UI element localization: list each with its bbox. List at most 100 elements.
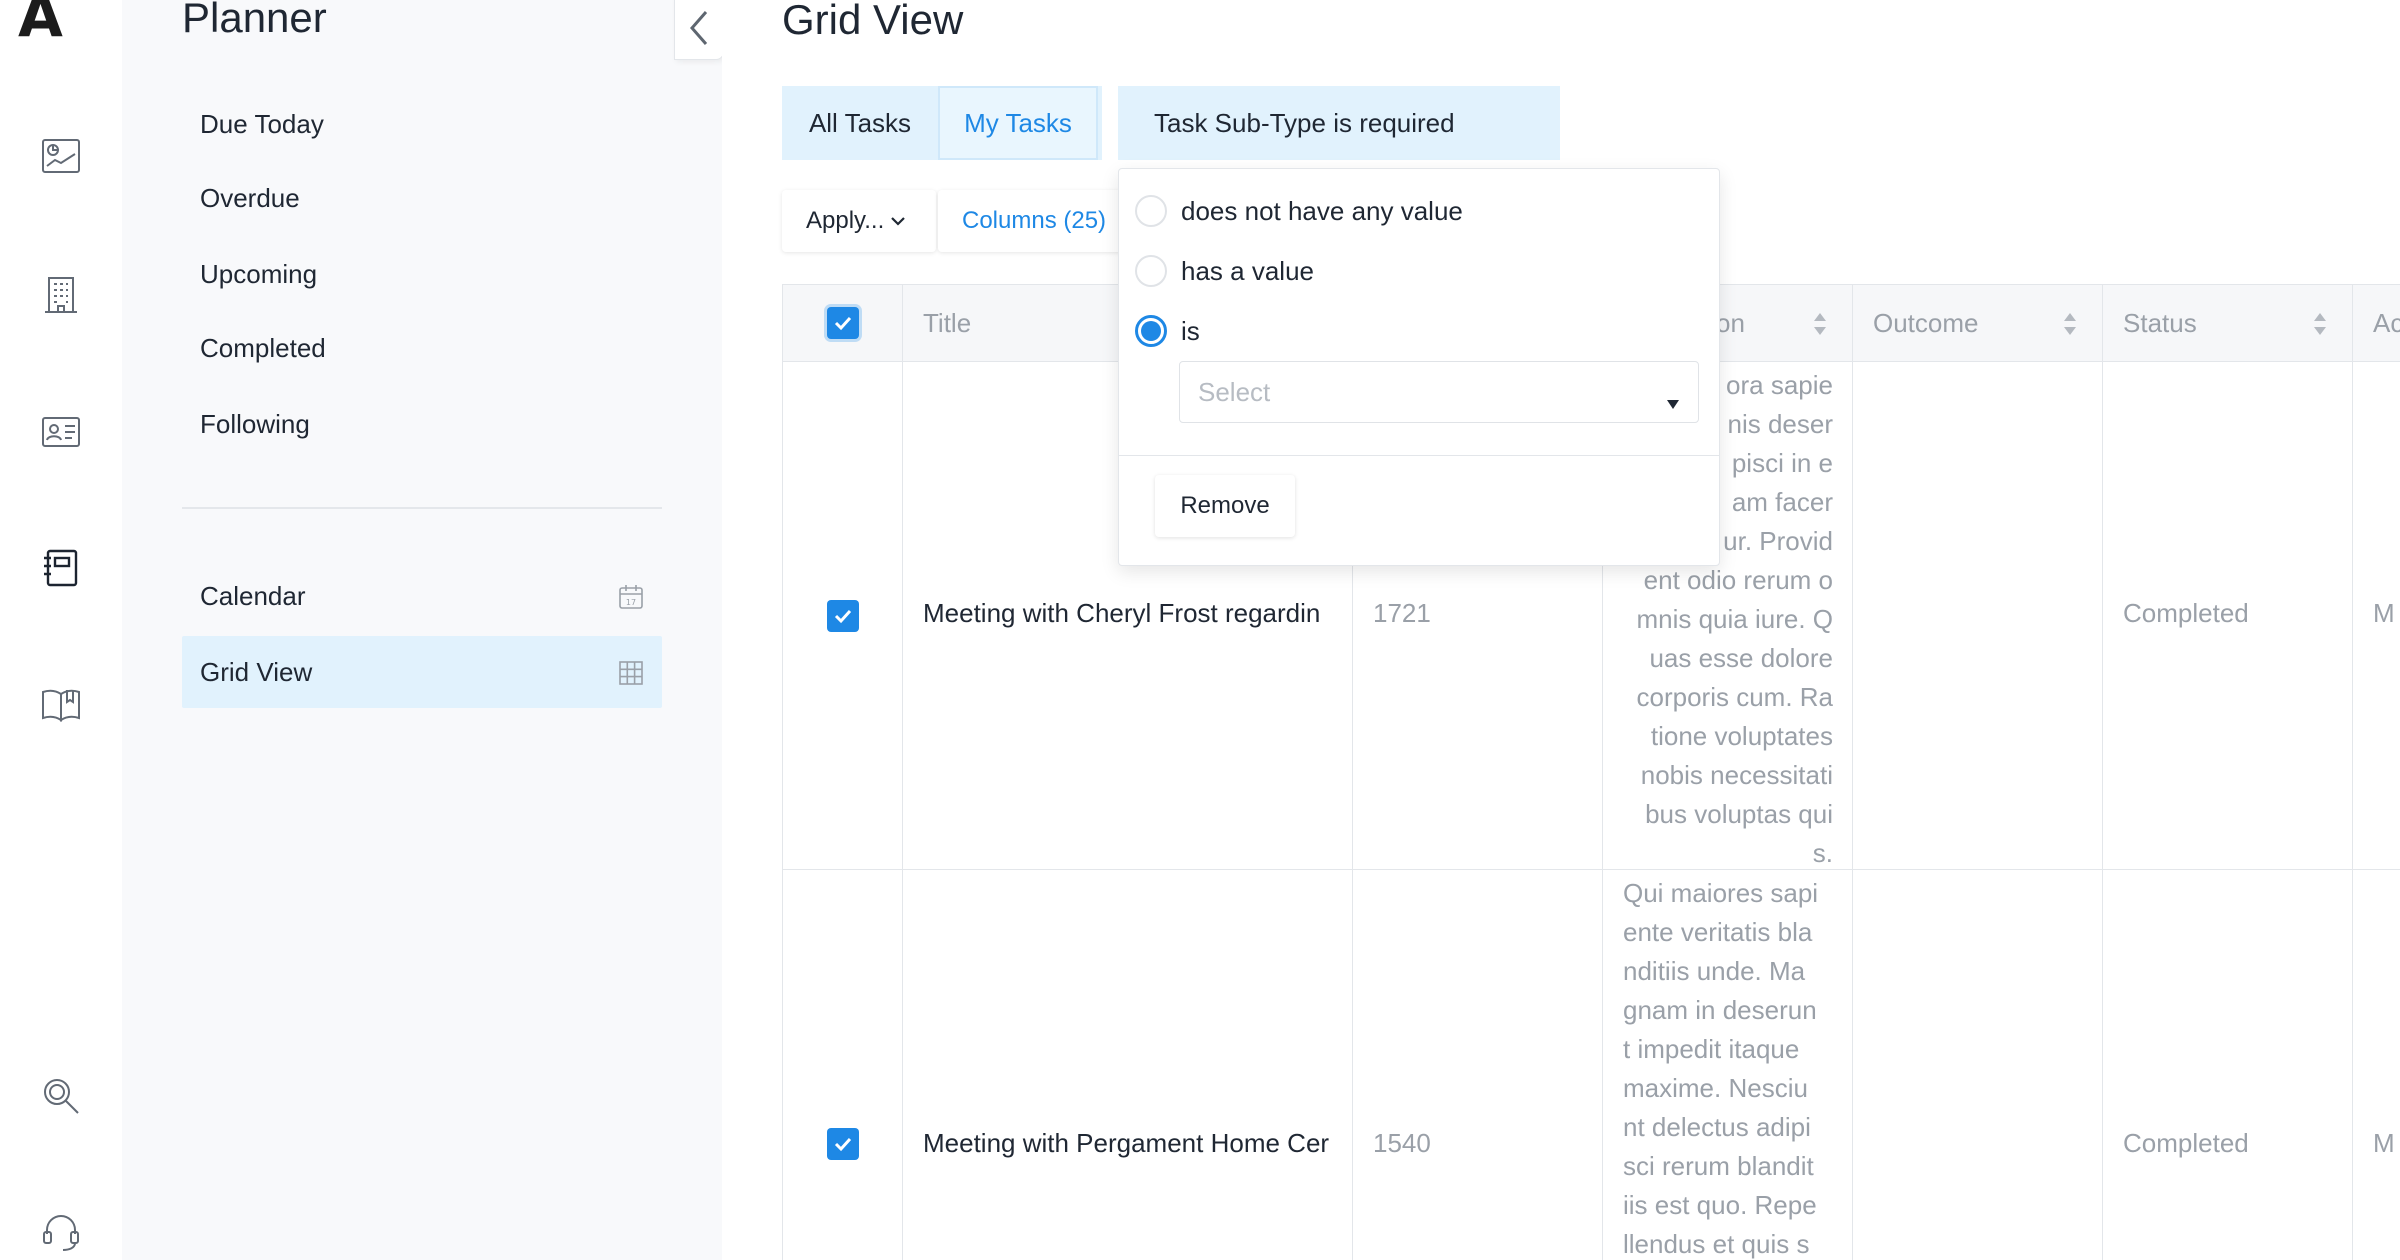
task-tabs: All Tasks My Tasks [782,86,1102,160]
row-title: Meeting with Cheryl Frost regardin [923,598,1321,628]
sort-icon[interactable] [1812,311,1828,337]
book-icon [42,689,80,722]
checkmark-icon [834,316,852,331]
rail-item-contacts[interactable] [0,364,122,500]
search-icon [44,1079,79,1114]
column-header-extra[interactable]: Ac [2353,284,2400,362]
value-select[interactable]: Select [1179,361,1699,423]
option-is[interactable]: is [1135,311,1200,351]
table-cell-title[interactable]: Meeting with Pergament Home Cer [903,870,1353,1260]
sidebar-title: Planner [182,0,327,41]
row-extra: M [2373,598,2395,628]
header-select-cell [783,284,903,362]
table-cell-extra: M [2353,870,2400,1260]
row-title: Meeting with Pergament Home Cer [923,1128,1330,1158]
chevron-down-icon [891,217,906,226]
calendar-icon: 17 [618,584,644,610]
table-row-select-cell [783,870,903,1260]
sidebar-item-completed[interactable]: Completed [182,312,662,384]
column-header-label: Title [923,307,972,338]
table-cell-outcome [1853,362,2103,870]
row-checkbox[interactable] [827,1128,859,1160]
columns-label: Columns (25) [962,207,1107,234]
radio-button[interactable] [1135,255,1167,287]
option-label: does not have any value [1181,195,1463,226]
table-cell-extra: M [2353,362,2400,870]
rail-item-search[interactable] [0,1028,122,1164]
row-description: Qui maiores sapi ente veritatis bla ndit… [1623,878,1819,1259]
radio-button-selected[interactable] [1135,315,1167,347]
column-header-outcome[interactable]: Outcome [1853,284,2103,362]
select-all-checkbox[interactable] [827,307,859,339]
tab-all-tasks[interactable]: All Tasks [782,86,938,160]
sidebar-item-upcoming[interactable]: Upcoming [182,238,662,310]
support-headset-icon [43,1215,79,1251]
table-cell-status: Completed [2103,362,2353,870]
app-logo[interactable]: A [18,0,66,45]
page-title: Grid View [782,0,964,43]
planner-notebook-icon [44,549,78,587]
sidebar-item-label: Calendar [200,580,306,611]
sidebar-divider [182,507,662,509]
rail-item-accounts[interactable] [0,226,122,362]
sidebar-item-label: Following [200,408,310,439]
sidebar-item-label: Grid View [200,656,313,687]
column-header-label: Outcome [1873,307,1979,338]
checkmark-icon [834,609,852,624]
row-checkbox[interactable] [827,600,859,632]
dashboard-chart-icon [42,139,80,173]
svg-text:17: 17 [626,598,636,607]
sidebar-item-label: Upcoming [200,258,318,289]
table-cell-status: Completed [2103,870,2353,1260]
apply-label: Apply... [806,207,885,234]
app-root: A Planner Due Today Overdue Upcoming Com… [0,0,2400,1260]
sidebar-item-calendar[interactable]: Calendar 17 [182,560,662,632]
collapse-sidebar-button[interactable] [674,0,724,60]
grid-icon [618,660,644,686]
filter-condition-popover: does not have any value has a value is S… [1118,168,1720,566]
sidebar-item-label: Completed [200,332,326,363]
contact-card-icon [42,417,80,447]
option-label: is [1181,315,1200,346]
radio-button[interactable] [1135,195,1167,227]
main-content: Grid View All Tasks My Tasks Task Sub-Ty… [722,0,2400,1260]
popover-divider [1119,455,1719,456]
table-cell-description: Qui maiores sapi ente veritatis bla ndit… [1603,870,1853,1260]
icon-rail: A [0,0,122,1260]
sidebar-item-overdue[interactable]: Overdue [182,162,662,234]
columns-button[interactable]: Columns (25) [938,190,1128,252]
checkmark-icon [834,1137,852,1152]
rail-item-dashboard[interactable] [0,88,122,224]
table-cell-number: 1540 [1353,870,1603,1260]
option-has-value[interactable]: has a value [1135,251,1314,291]
sidebar-item-grid-view[interactable]: Grid View [182,636,662,708]
table-cell-outcome [1853,870,2103,1260]
row-extra: M [2373,1128,2395,1158]
chevron-left-icon [690,11,708,45]
sidebar-item-label: Due Today [200,108,324,139]
column-header-label: Ac [2373,307,2400,338]
row-number: 1721 [1373,598,1431,628]
column-header-status[interactable]: Status [2103,284,2353,362]
filter-chip[interactable]: Task Sub-Type is required [1118,86,1560,160]
column-header-label: Status [2123,307,2197,338]
rail-item-planner[interactable] [0,500,122,636]
planner-sidebar: Planner Due Today Overdue Upcoming Compl… [122,0,722,1260]
option-no-value[interactable]: does not have any value [1135,191,1463,231]
table-row-select-cell [783,362,903,870]
row-status: Completed [2123,1128,2249,1158]
sidebar-item-due-today[interactable]: Due Today [182,88,662,160]
sort-icon[interactable] [2312,311,2328,337]
tab-my-tasks[interactable]: My Tasks [938,86,1098,160]
sidebar-item-label: Overdue [200,182,300,213]
building-icon [45,277,77,313]
rail-item-knowledge[interactable] [0,636,122,772]
sidebar-item-following[interactable]: Following [182,388,662,460]
caret-down-icon [1666,386,1680,409]
remove-filter-button[interactable]: Remove [1155,475,1295,537]
row-status: Completed [2123,598,2249,628]
rail-item-support[interactable] [0,1164,122,1260]
filter-chip-label: Task Sub-Type is required [1154,107,1455,138]
apply-button[interactable]: Apply... [782,190,936,252]
sort-icon[interactable] [2062,311,2078,337]
